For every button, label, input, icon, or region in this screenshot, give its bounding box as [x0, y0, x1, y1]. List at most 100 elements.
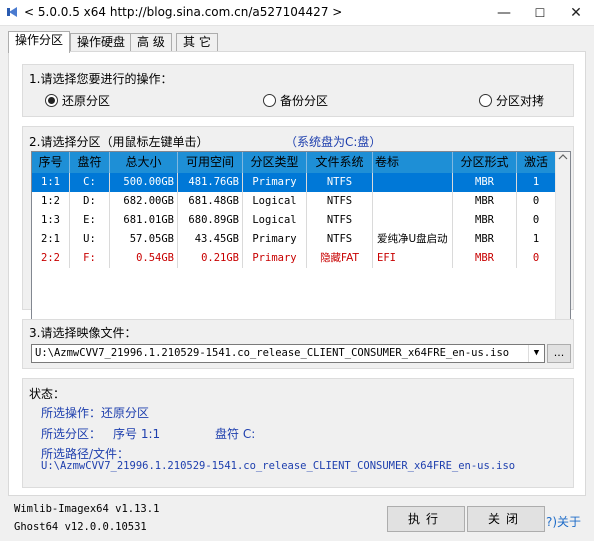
cell-volume — [373, 173, 453, 192]
table-scrollbar[interactable] — [555, 152, 570, 327]
tab-other[interactable]: 其 它 — [176, 33, 218, 52]
cell-fs: NTFS — [307, 173, 373, 192]
cell-index: 2:2 — [32, 249, 70, 268]
col-index[interactable]: 序号 — [32, 152, 70, 173]
cell-free: 43.45GB — [178, 230, 243, 249]
close-button[interactable]: 关闭 — [467, 506, 545, 532]
cell-total: 0.54GB — [110, 249, 178, 268]
radio-backup-indicator[interactable] — [263, 94, 276, 107]
maximize-button[interactable]: ☐ — [522, 0, 558, 26]
status-partition-no: 序号 1:1 — [113, 427, 161, 441]
cell-active: 0 — [517, 192, 556, 211]
cell-form: MBR — [453, 211, 517, 230]
col-volume[interactable]: 卷标 — [373, 152, 453, 173]
table-row[interactable]: 1:1 C: 500.00GB 481.76GB Primary NTFS MB… — [32, 173, 556, 192]
cell-fs: 隐藏FAT — [307, 249, 373, 268]
partition-label: 2.请选择分区（用鼠标左键单击） — [29, 135, 209, 149]
cell-total: 681.01GB — [110, 211, 178, 230]
table-row[interactable]: 1:2 D: 682.00GB 681.48GB Logical NTFS MB… — [32, 192, 556, 211]
cell-index: 1:1 — [32, 173, 70, 192]
radio-restore-label: 还原分区 — [62, 94, 111, 108]
cell-form: MBR — [453, 230, 517, 249]
execute-button[interactable]: 执行 — [387, 506, 465, 532]
radio-backup-label: 备份分区 — [280, 94, 329, 108]
status-group: 状态： 所选操作：还原分区 所选分区： 序号 1:1 盘符 C: 所选路径/文件… — [22, 378, 574, 488]
status-partition-label: 所选分区： — [41, 427, 102, 441]
status-label: 状态： — [29, 387, 66, 401]
cell-volume: 爱纯净U盘启动 — [373, 230, 453, 249]
operation-label: 1.请选择您要进行的操作： — [29, 72, 173, 86]
col-active[interactable]: 激活 — [517, 152, 556, 173]
tab-disk-ops[interactable]: 操作硬盘 — [70, 33, 133, 52]
close-window-button[interactable]: ✕ — [558, 0, 594, 26]
cell-drive: C: — [70, 173, 110, 192]
scroll-up-arrow-icon[interactable] — [558, 154, 568, 160]
cell-total: 57.05GB — [110, 230, 178, 249]
cell-index: 1:3 — [32, 211, 70, 230]
cell-drive: U: — [70, 230, 110, 249]
cell-index: 2:1 — [32, 230, 70, 249]
cell-fs: NTFS — [307, 192, 373, 211]
cell-fs: NTFS — [307, 211, 373, 230]
app-icon — [7, 7, 17, 17]
cell-form: MBR — [453, 192, 517, 211]
cell-volume — [373, 192, 453, 211]
table-row[interactable]: 1:3 E: 681.01GB 680.89GB Logical NTFS MB… — [32, 211, 556, 230]
status-path: U:\AzmwCVV7_21996.1.210529-1541.co_relea… — [41, 460, 516, 472]
image-file-group: 3.请选择映像文件： U:\AzmwCVV7_21996.1.210529-15… — [22, 319, 574, 369]
cell-free: 680.89GB — [178, 211, 243, 230]
cell-active: 1 — [517, 230, 556, 249]
cell-total: 500.00GB — [110, 173, 178, 192]
image-file-label: 3.请选择映像文件： — [29, 326, 137, 340]
radio-copy[interactable]: 分区对拷 — [479, 92, 544, 109]
chevron-down-icon[interactable]: ▼ — [528, 345, 544, 362]
tab-partition-ops[interactable]: 操作分区 — [8, 31, 71, 53]
radio-restore[interactable]: 还原分区 — [45, 92, 110, 109]
radio-copy-label: 分区对拷 — [496, 94, 545, 108]
col-type[interactable]: 分区类型 — [243, 152, 307, 173]
ghost-version: Ghost64 v12.0.0.10531 — [14, 521, 147, 533]
cell-type: Logical — [243, 192, 307, 211]
cell-index: 1:2 — [32, 192, 70, 211]
cell-active: 0 — [517, 249, 556, 268]
cell-free: 481.76GB — [178, 173, 243, 192]
cell-drive: D: — [70, 192, 110, 211]
wimlib-version: Wimlib-Imagex64 v1.13.1 — [14, 503, 160, 515]
cell-active: 0 — [517, 211, 556, 230]
minimize-button[interactable]: — — [486, 0, 522, 26]
table-row[interactable]: 2:1 U: 57.05GB 43.45GB Primary NTFS 爱纯净U… — [32, 230, 556, 249]
cell-type: Logical — [243, 211, 307, 230]
partition-table: 序号 盘符 总大小 可用空间 分区类型 文件系统 卷标 分区形式 激活 1:1 … — [31, 151, 571, 328]
cell-type: Primary — [243, 230, 307, 249]
cell-drive: F: — [70, 249, 110, 268]
browse-button[interactable]: ... — [547, 344, 571, 363]
col-drive[interactable]: 盘符 — [70, 152, 110, 173]
col-filesystem[interactable]: 文件系统 — [307, 152, 373, 173]
radio-copy-indicator[interactable] — [479, 94, 492, 107]
cell-free: 681.48GB — [178, 192, 243, 211]
title-bar: < 5.0.0.5 x64 http://blog.sina.com.cn/a5… — [0, 0, 594, 26]
col-total-size[interactable]: 总大小 — [110, 152, 178, 173]
cell-total: 682.00GB — [110, 192, 178, 211]
about-link[interactable]: ?)关于 — [546, 513, 581, 530]
cell-form: MBR — [453, 173, 517, 192]
cell-volume: EFI — [373, 249, 453, 268]
cell-active: 1 — [517, 173, 556, 192]
table-header: 序号 盘符 总大小 可用空间 分区类型 文件系统 卷标 分区形式 激活 — [32, 152, 556, 173]
col-form[interactable]: 分区形式 — [453, 152, 517, 173]
image-file-value: U:\AzmwCVV7_21996.1.210529-1541.co_relea… — [35, 347, 510, 359]
partition-group: 2.请选择分区（用鼠标左键单击） （系统盘为C:盘） 序号 盘符 总大小 可用空… — [22, 126, 574, 328]
cell-volume — [373, 211, 453, 230]
tab-advanced[interactable]: 高 级 — [130, 33, 172, 52]
cell-form: MBR — [453, 249, 517, 268]
table-row[interactable]: 2:2 F: 0.54GB 0.21GB Primary 隐藏FAT EFI M… — [32, 249, 556, 268]
status-operation: 所选操作：还原分区 — [41, 406, 150, 420]
cell-fs: NTFS — [307, 230, 373, 249]
col-free-space[interactable]: 可用空间 — [178, 152, 243, 173]
radio-restore-indicator[interactable] — [45, 94, 58, 107]
image-file-select[interactable]: U:\AzmwCVV7_21996.1.210529-1541.co_relea… — [31, 344, 545, 363]
radio-backup[interactable]: 备份分区 — [263, 92, 328, 109]
cell-drive: E: — [70, 211, 110, 230]
status-drive: 盘符 C: — [215, 427, 256, 441]
operation-group: 1.请选择您要进行的操作： 还原分区 备份分区 分区对拷 — [22, 64, 574, 117]
